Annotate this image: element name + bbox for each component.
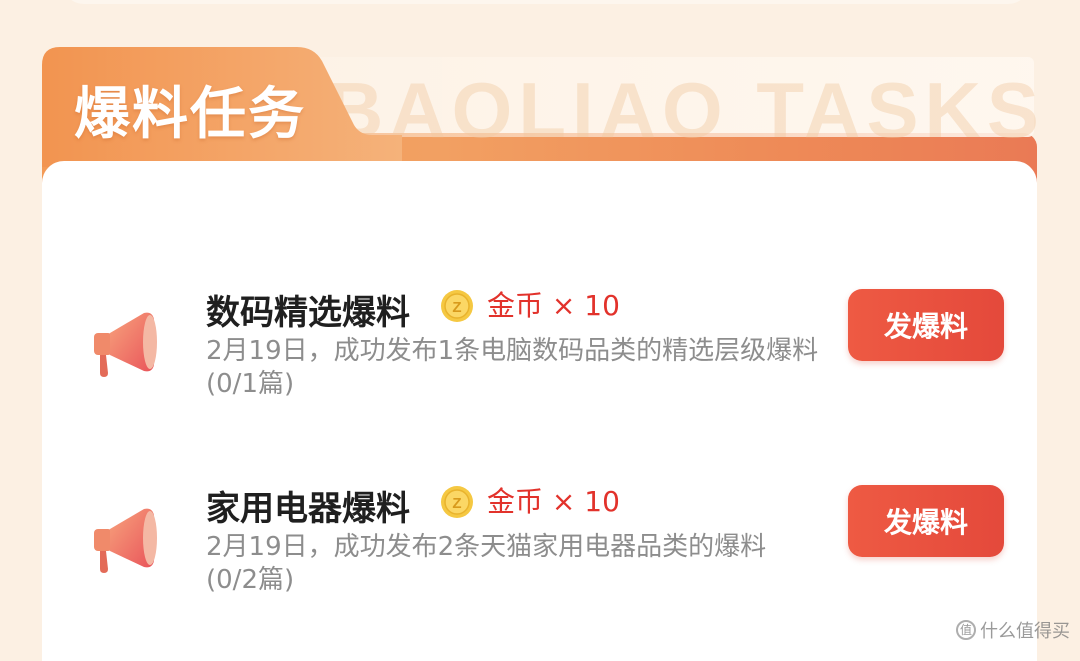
brand-watermark-text: 什么值得买 [980,621,1070,642]
svg-text:Z: Z [452,299,461,316]
section-title-tab: 爆料任务 [42,47,402,167]
brand-logo-icon: 值 [956,620,976,640]
header-watermark-text: BAOLIAO TASKS [327,66,1045,154]
task-description: 2月19日，成功发布2条天猫家用电器品类的爆料 (0/2篇) [206,532,767,595]
brand-watermark: 值 什么值得买 [956,617,1070,643]
task-description: 2月19日，成功发布1条电脑数码品类的精选层级爆料 (0/1篇) [206,336,819,399]
reward-currency: 金币 [487,289,544,322]
post-baoliao-button[interactable]: 发爆料 [848,289,1004,361]
task-item-appliance: 家用电器爆料 Z 金币 × 10 2月19日，成功发布2条天猫家用电器品类的爆料… [42,481,1037,621]
baoliao-tasks-section: BAOLIAO TASKS 爆料任务 数码精选爆料 Z 金币 × 10 2月19… [42,47,1039,661]
reward-label: 金币 × 10 [487,285,620,327]
megaphone-icon [86,499,166,579]
task-list-card: 数码精选爆料 Z 金币 × 10 2月19日，成功发布1条电脑数码品类的精选层级… [42,161,1037,661]
gold-coin-icon: Z [440,289,474,323]
task-title: 数码精选爆料 [206,293,410,333]
task-title: 家用电器爆料 [206,489,410,529]
post-baoliao-button[interactable]: 发爆料 [848,485,1004,557]
section-title: 爆料任务 [74,82,306,147]
reward-amount: × 10 [551,485,620,518]
reward-label: 金币 × 10 [487,481,620,523]
svg-text:Z: Z [452,495,461,512]
gold-coin-icon: Z [440,485,474,519]
reward-amount: × 10 [551,289,620,322]
reward-currency: 金币 [487,485,544,518]
task-item-digital: 数码精选爆料 Z 金币 × 10 2月19日，成功发布1条电脑数码品类的精选层级… [42,285,1037,425]
previous-card [62,0,1030,4]
megaphone-icon [86,303,166,383]
